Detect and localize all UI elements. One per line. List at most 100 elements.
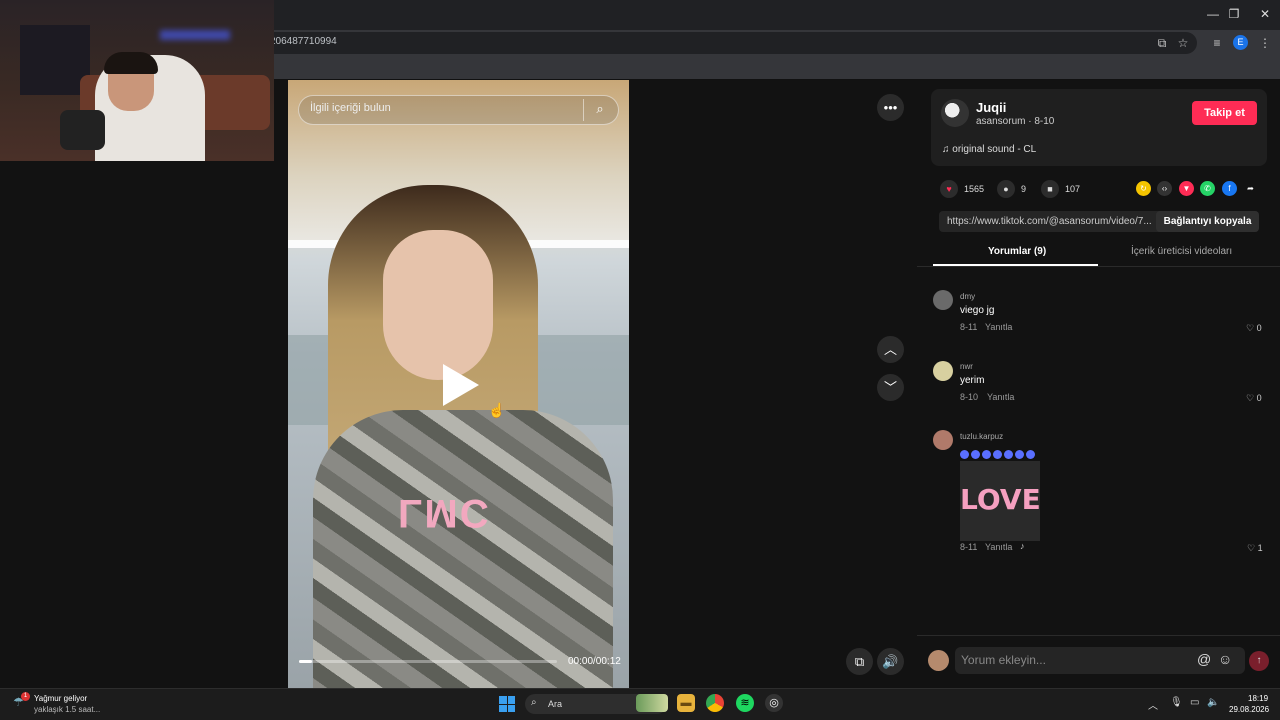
clock-time[interactable]: 18:19 [1248,694,1268,703]
heart-outline-icon: ♡ [1247,543,1258,553]
clock-date[interactable]: 29.08.2026 [1229,705,1269,714]
bookmark-icon[interactable]: ■ [1041,180,1059,198]
microphone [60,110,105,150]
copy-link-button[interactable]: Bağlantıyı kopyala [1156,211,1259,232]
tab-divider [917,266,1280,267]
comment-date: 8-11 [960,542,978,552]
weather-title[interactable]: Yağmur geliyor [34,694,87,703]
next-video-button[interactable]: ﹀ [877,374,904,401]
comment-like[interactable]: ♡ 1 [1247,543,1263,554]
embed-icon[interactable]: ‹› [1157,181,1172,196]
music-note-icon: ♫ [942,144,953,155]
video-search-placeholder: İlgili içeriği bulun [310,102,391,114]
comment-icon[interactable]: ● [997,180,1015,198]
weather-subtitle: yaklaşık 1.5 saat... [34,705,101,714]
video-link[interactable]: https://www.tiktok.com/@asansorum/video/… [947,216,1152,227]
heart-icon[interactable]: ♥ [940,180,958,198]
taskbar-search-label: Ara [548,699,563,709]
creator-liked-icon: ♪ [1020,541,1025,551]
reply-button[interactable]: Yanıtla [987,392,1014,402]
comment-text: yerim [960,375,985,386]
video-shirt [313,410,613,688]
search-divider [583,99,584,121]
comment-username[interactable]: nwr [960,362,973,371]
reply-button[interactable]: Yanıtla [985,322,1012,332]
video-progress-track[interactable] [299,660,557,663]
tab-comments[interactable]: Yorumlar (9) [988,246,1046,257]
comment-input-placeholder: Yorum ekleyin... [961,653,1046,667]
chrome-icon[interactable] [706,694,724,712]
follow-button[interactable]: Takip et [1192,101,1257,125]
emoji-icon [1026,450,1035,459]
sound-label: original sound - CL [952,144,1037,155]
windows-start-icon[interactable] [499,696,515,712]
comment-date: 8-10 [960,392,979,402]
network-icon[interactable]: ▭ [1190,697,1199,708]
facebook-icon[interactable]: f [1222,181,1237,196]
emoji-icon [1015,450,1024,459]
previous-video-button[interactable]: ︿ [877,336,904,363]
comment-like-count: 0 [1256,393,1262,403]
tab-creator-videos[interactable]: İçerik üreticisi videoları [1131,246,1232,257]
hand-cursor-icon: ☝ [488,402,506,418]
send-comment-button[interactable]: ↑ [1249,651,1269,671]
repost-icon[interactable]: ↻ [1136,181,1151,196]
comment-date: 8-11 [960,322,978,332]
comment-avatar[interactable] [933,361,953,381]
comment-username[interactable]: tuzlu.karpuz [960,432,1003,441]
send-to-friends-icon[interactable]: ▼ [1179,181,1194,196]
cam-light [160,30,230,40]
media-control-icon[interactable]: ≡ [1207,33,1227,53]
translate-icon[interactable]: ⧉ [1152,33,1172,53]
star-icon[interactable]: ☆ [1173,33,1193,53]
comment-username[interactable]: dmy [960,292,975,301]
address-bar[interactable] [262,32,1197,54]
whatsapp-icon[interactable]: ✆ [1200,181,1215,196]
emoji-icon [971,450,980,459]
volume-icon[interactable]: 🔊 [877,648,904,675]
spotify-icon[interactable]: ≋ [736,694,754,712]
close-window-button[interactable]: ✕ [1250,4,1280,24]
saves-count: 107 [1065,184,1081,194]
more-options-button[interactable]: ••• [877,94,904,121]
comment-like-count: 0 [1256,323,1262,333]
comment-like[interactable]: ♡ 0 [1246,323,1262,334]
comment-like[interactable]: ♡ 0 [1246,393,1262,404]
search-highlight-icon[interactable] [636,694,668,712]
chevron-up-icon[interactable]: ︿ [1148,697,1158,712]
mention-icon[interactable]: @ [1197,651,1211,667]
emoji-icon [960,450,969,459]
comments-count: 9 [1021,184,1027,194]
current-user-avatar [928,650,949,671]
reply-button[interactable]: Yanıtla [985,542,1012,552]
restore-button[interactable]: ❐ [1219,4,1249,24]
shirt-logo: LMC [398,491,491,535]
more-menu-icon[interactable]: ⋮ [1255,33,1275,53]
author-name[interactable]: Juqii [976,100,1006,115]
emoji-icon [993,450,1002,459]
comment-like-count: 1 [1257,543,1263,553]
emoji-icon [982,450,991,459]
sticker-text: LOVE [960,483,1041,516]
share-icon[interactable]: ➦ [1243,181,1258,196]
pip-button[interactable]: ⧉ [846,648,873,675]
play-icon[interactable] [443,364,479,406]
emoji-icon [1004,450,1013,459]
heart-outline-icon: ♡ [1246,323,1257,333]
comment-avatar[interactable] [933,430,953,450]
search-icon[interactable]: ⌕ [591,101,609,119]
microphone-icon[interactable]: 🎙 [1170,697,1183,708]
volume-tray-icon[interactable]: 🔈 [1207,697,1219,708]
emoji-picker-icon[interactable]: ☺ [1218,651,1232,667]
file-explorer-icon[interactable]: ▬ [677,694,695,712]
author-subtitle: asansorum · 8-10 [976,116,1055,127]
comment-bar-divider [917,635,1280,636]
comment-avatar[interactable] [933,290,953,310]
search-icon: ⌕ [531,697,537,708]
app-icon[interactable]: ◎ [765,694,783,712]
comment-text: viego jg [960,305,995,316]
profile-avatar[interactable]: E [1233,35,1248,50]
video-time: 00:00/00:12 [568,656,621,667]
sound-row[interactable]: ♫ original sound - CL [942,144,1036,155]
author-avatar[interactable] [941,99,969,127]
